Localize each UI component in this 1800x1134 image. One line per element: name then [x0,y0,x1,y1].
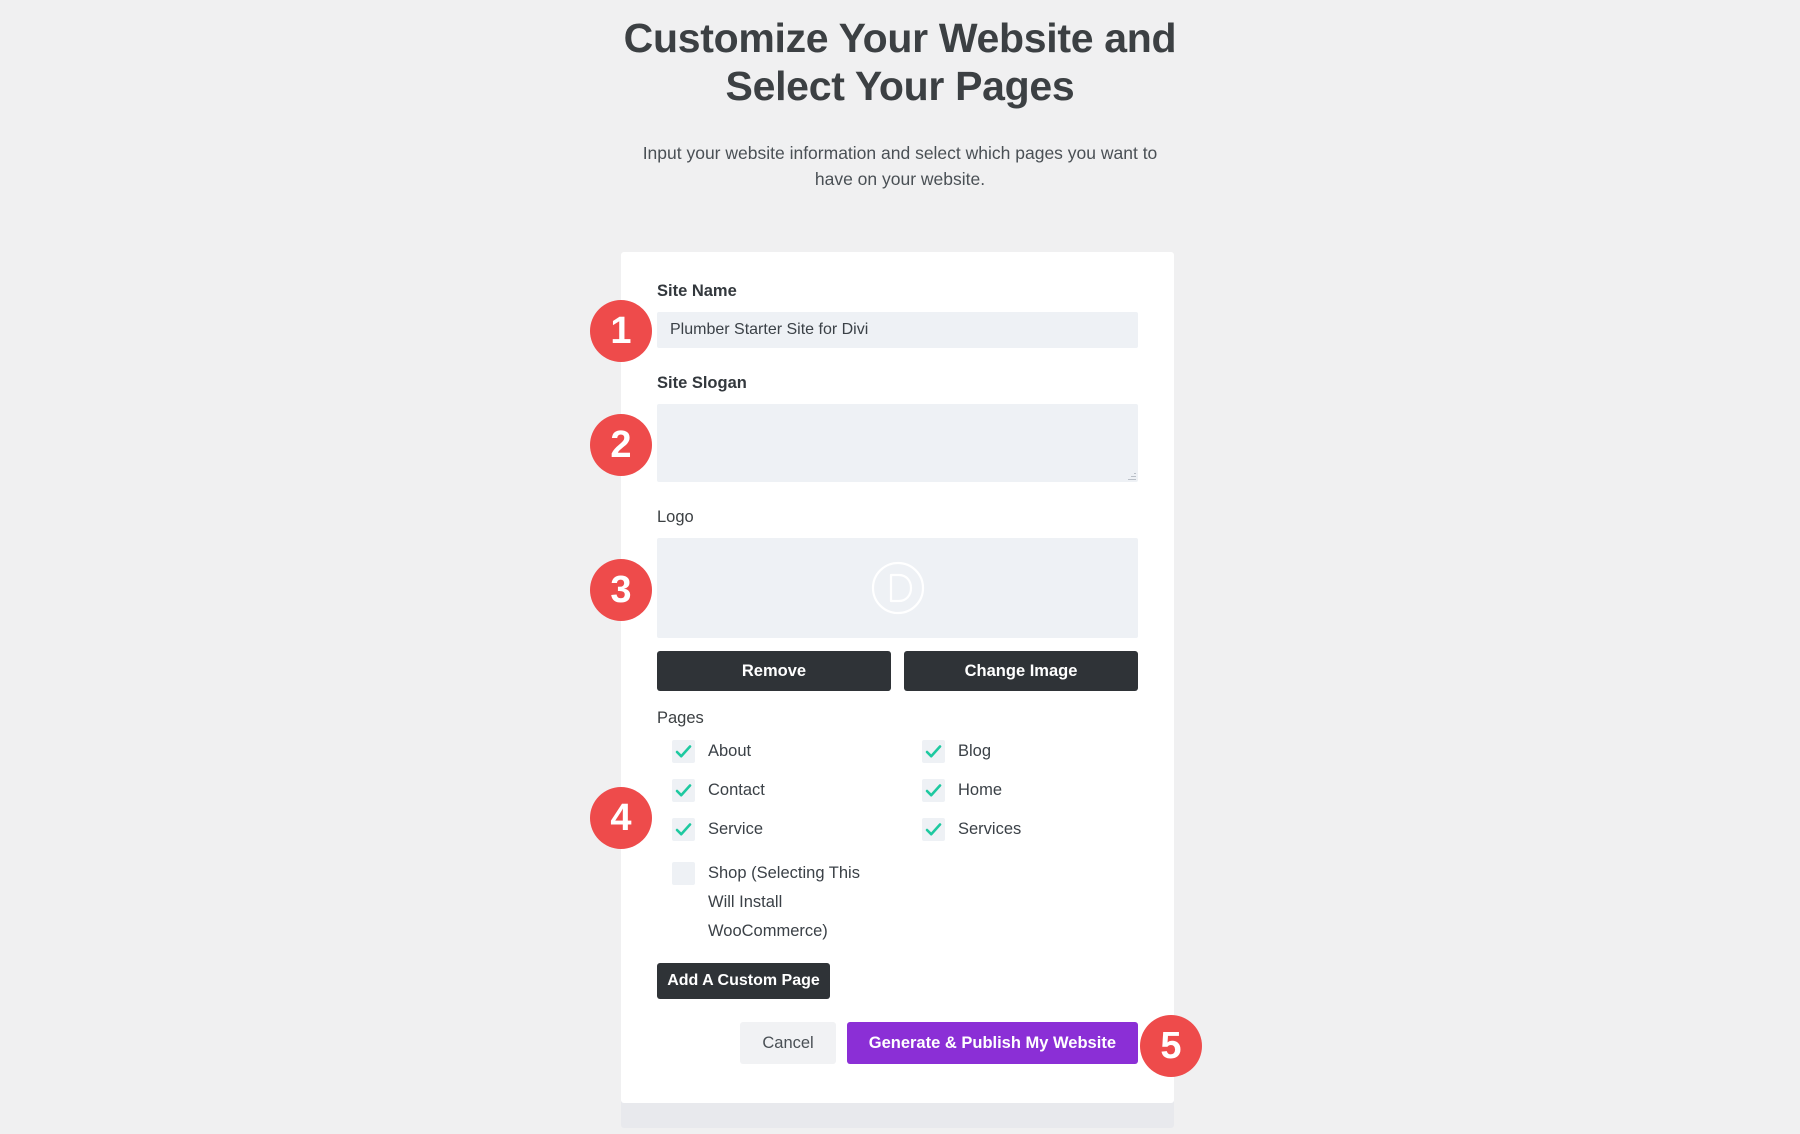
logo-label: Logo [657,508,694,526]
logo-button-row: Remove Change Image [657,651,1138,691]
annotation-badge-2: 2 [590,414,652,476]
page-label: Contact [708,781,765,799]
checkbox-box[interactable] [672,818,695,841]
page-header: Customize Your Website and Select Your P… [0,14,1800,192]
checkbox-box[interactable] [672,779,695,802]
add-custom-page-button[interactable]: Add A Custom Page [657,963,830,999]
check-icon [925,784,942,797]
site-slogan-field: Site Slogan [657,372,1138,482]
check-icon [675,745,692,758]
page-checkbox-services[interactable]: Services [922,815,1172,854]
site-name-input[interactable] [657,312,1138,348]
pages-label: Pages [657,709,704,727]
checkbox-box[interactable] [922,779,945,802]
annotation-badge-1: 1 [590,300,652,362]
remove-logo-button[interactable]: Remove [657,651,891,691]
page-label: About [708,742,752,760]
page-label: Blog [958,742,992,760]
generate-publish-button[interactable]: Generate & Publish My Website [846,1022,1138,1064]
checkbox-box[interactable] [672,862,695,885]
page-checkbox-about[interactable]: About [672,737,922,776]
customize-website-card: Site Name Site Slogan Logo [621,252,1174,1103]
page-checkbox-home[interactable]: Home [922,776,1172,815]
cancel-button[interactable]: Cancel [740,1022,836,1064]
card-footer: Cancel Generate & Publish My Website [657,1022,1138,1064]
change-image-button[interactable]: Change Image [904,651,1138,691]
checkbox-box[interactable] [672,740,695,763]
textarea-resize-handle-icon[interactable] [1127,472,1136,481]
check-icon [675,823,692,836]
site-slogan-textarea[interactable] [657,404,1138,482]
page-label: Home [958,781,1003,799]
annotation-badge-3: 3 [590,559,652,621]
logo-field: Logo Remove Change Image [657,506,1138,691]
page-checkbox-shop[interactable]: Shop (Selecting This Will Install WooCom… [672,859,922,946]
page-label: Service [708,820,764,838]
site-slogan-label: Site Slogan [657,374,747,392]
logo-preview[interactable] [657,538,1138,638]
check-icon [925,823,942,836]
divi-d-logo-icon [871,561,924,615]
annotation-badge-5: 5 [1140,1015,1202,1077]
page-checkbox-service[interactable]: Service [672,815,922,854]
site-name-field: Site Name [657,280,1138,348]
annotation-badge-4: 4 [590,787,652,849]
card-content: Site Name Site Slogan Logo [657,280,1138,999]
page-label: Shop (Selecting This Will Install WooCom… [708,864,860,940]
check-icon [675,784,692,797]
pages-checkbox-grid: About Blog Contact Home Service Services… [657,737,1138,946]
page-title: Customize Your Website and Select Your P… [623,15,1177,109]
checkbox-box[interactable] [922,740,945,763]
page-label: Services [958,820,1022,838]
site-name-label: Site Name [657,282,737,300]
page-root: Customize Your Website and Select Your P… [0,0,1800,1134]
check-icon [925,745,942,758]
page-checkbox-blog[interactable]: Blog [922,737,1172,776]
checkbox-box[interactable] [922,818,945,841]
pages-field: Pages About Blog Contact Home Service Se… [657,707,1138,999]
page-subtitle: Input your website information and selec… [642,143,1158,189]
page-checkbox-contact[interactable]: Contact [672,776,922,815]
